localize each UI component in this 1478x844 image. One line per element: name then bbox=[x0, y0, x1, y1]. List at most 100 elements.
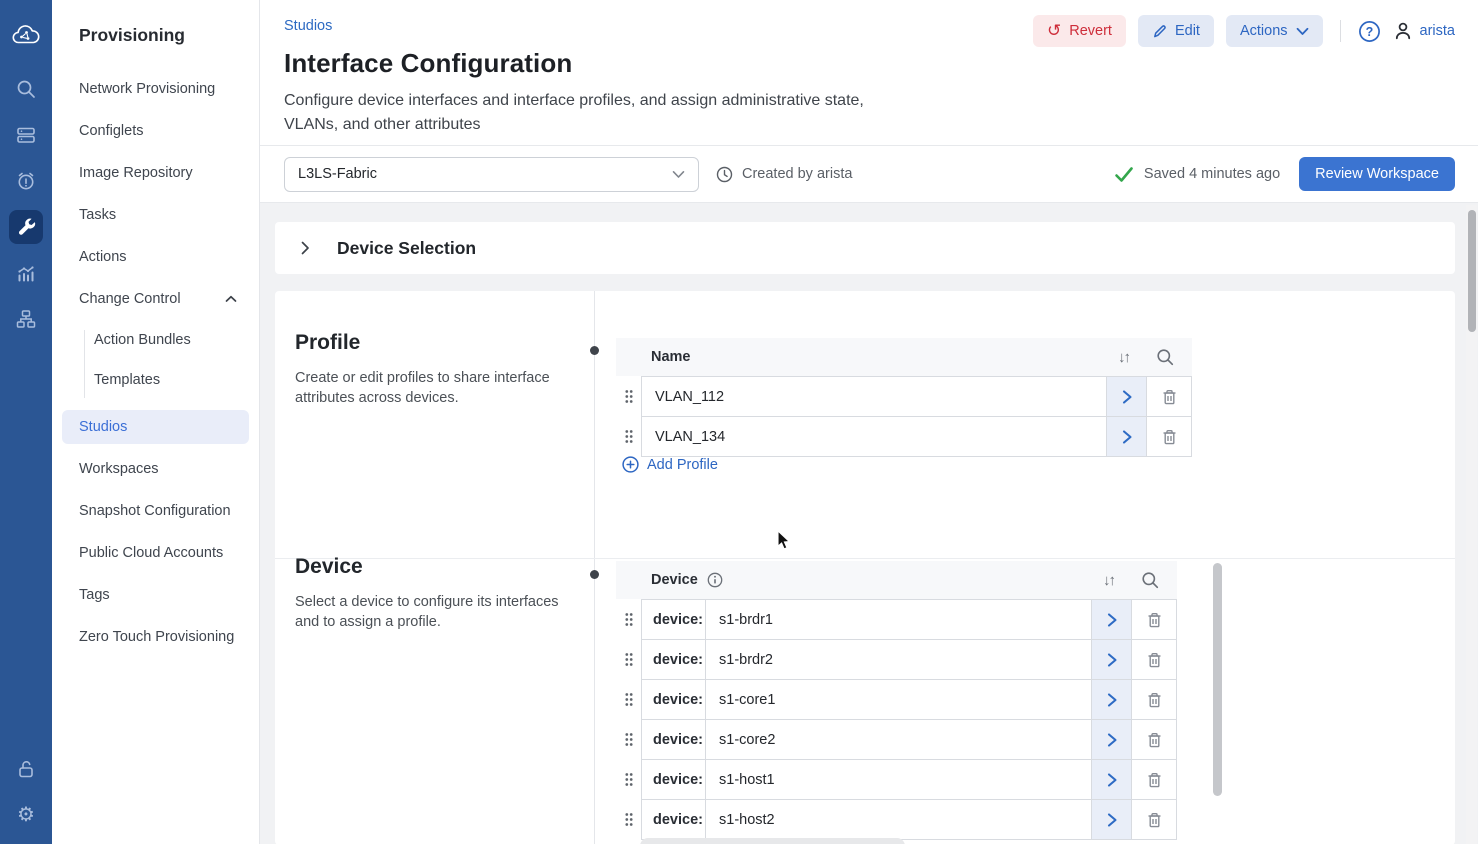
open-row-button[interactable] bbox=[1106, 377, 1146, 416]
sidebar-nav-item-label: Studios bbox=[79, 419, 127, 435]
cloudvision-logo-icon[interactable] bbox=[9, 18, 43, 52]
page-header: Studios Interface Configuration Configur… bbox=[260, 0, 1478, 145]
trash-icon bbox=[1161, 388, 1178, 406]
delete-row-button[interactable] bbox=[1131, 720, 1176, 759]
sort-icon[interactable]: ↓↑ bbox=[1118, 349, 1129, 366]
sidebar-nav-item[interactable]: Snapshot Configuration bbox=[52, 490, 259, 532]
device-table-row: device: s1-host1 bbox=[616, 759, 1177, 800]
page-scrollbar-thumb[interactable] bbox=[1468, 210, 1476, 332]
chevron-right-icon[interactable] bbox=[301, 241, 310, 255]
device-table: Device ↓↑ bbox=[616, 561, 1177, 840]
sidebar-nav-item[interactable]: Change Control bbox=[52, 278, 259, 320]
check-icon bbox=[1114, 166, 1134, 183]
device-selection-section[interactable]: Device Selection bbox=[275, 222, 1455, 274]
unlock-icon[interactable] bbox=[9, 752, 43, 786]
open-row-button[interactable] bbox=[1091, 720, 1131, 759]
chevron-right-icon bbox=[1105, 772, 1119, 788]
drag-handle-icon[interactable] bbox=[616, 376, 641, 417]
workspace-select-value: L3LS-Fabric bbox=[298, 166, 377, 182]
drag-handle-icon[interactable] bbox=[616, 599, 641, 640]
info-icon[interactable] bbox=[707, 572, 723, 588]
edit-button[interactable]: Edit bbox=[1138, 15, 1214, 47]
events-icon[interactable] bbox=[9, 164, 43, 198]
sidebar-nav-item[interactable]: Workspaces bbox=[52, 448, 259, 490]
sidebar-nav-item[interactable]: Public Cloud Accounts bbox=[52, 532, 259, 574]
drag-handle-icon[interactable] bbox=[616, 416, 641, 457]
chevron-right-icon bbox=[1105, 652, 1119, 668]
drag-handle-icon[interactable] bbox=[616, 719, 641, 760]
created-by: Created by arista bbox=[716, 166, 852, 183]
dashboards-icon[interactable] bbox=[9, 256, 43, 290]
open-row-button[interactable] bbox=[1091, 640, 1131, 679]
sidebar-nav-item[interactable]: Image Repository bbox=[52, 152, 259, 194]
search-icon[interactable] bbox=[1141, 571, 1159, 589]
sidebar-nav-item[interactable]: Network Provisioning bbox=[52, 68, 259, 110]
provisioning-wrench-icon[interactable] bbox=[9, 210, 43, 244]
delete-row-button[interactable] bbox=[1146, 417, 1191, 456]
device-tag-label: device: bbox=[642, 760, 706, 799]
open-row-button[interactable] bbox=[1106, 417, 1146, 456]
sidebar-nav-item[interactable]: Studios bbox=[62, 410, 249, 444]
user-menu[interactable]: arista bbox=[1393, 21, 1455, 41]
device-name-cell[interactable]: s1-host2 bbox=[706, 800, 1091, 839]
question-circle-icon: ? bbox=[1358, 20, 1381, 43]
topology-icon[interactable] bbox=[9, 302, 43, 336]
profile-title: Profile bbox=[295, 331, 580, 355]
device-name-cell[interactable]: s1-host1 bbox=[706, 760, 1091, 799]
delete-row-button[interactable] bbox=[1131, 680, 1176, 719]
workspace-select[interactable]: L3LS-Fabric bbox=[284, 157, 699, 192]
sidebar-nav-item-label: Public Cloud Accounts bbox=[79, 545, 223, 561]
delete-row-button[interactable] bbox=[1131, 800, 1176, 839]
sidebar-nav-item[interactable]: Tags bbox=[52, 574, 259, 616]
open-row-button[interactable] bbox=[1091, 680, 1131, 719]
device-name-cell[interactable]: s1-brdr1 bbox=[706, 600, 1091, 639]
help-button[interactable]: ? bbox=[1358, 20, 1381, 43]
sidebar-nav-item[interactable]: Actions bbox=[52, 236, 259, 278]
trash-icon bbox=[1161, 428, 1178, 446]
delete-row-button[interactable] bbox=[1146, 377, 1191, 416]
sidebar-nav-item[interactable]: Configlets bbox=[52, 110, 259, 152]
profile-table: Name ↓↑ bbox=[616, 338, 1192, 457]
breadcrumb[interactable]: Studios bbox=[284, 18, 332, 34]
page-title: Interface Configuration bbox=[284, 48, 1478, 79]
profile-table-row: VLAN_112 bbox=[616, 376, 1192, 417]
open-row-button[interactable] bbox=[1091, 800, 1131, 839]
settings-gear-icon[interactable]: ⚙ bbox=[9, 798, 43, 832]
header-actions: ↺ Revert Edit Actions bbox=[1033, 15, 1455, 47]
open-row-button[interactable] bbox=[1091, 600, 1131, 639]
device-name-cell[interactable]: s1-core2 bbox=[706, 720, 1091, 759]
devices-icon[interactable] bbox=[9, 118, 43, 152]
open-row-button[interactable] bbox=[1091, 760, 1131, 799]
add-profile-button[interactable]: Add Profile bbox=[622, 456, 718, 473]
sidebar-nav-item[interactable]: Tasks bbox=[52, 194, 259, 236]
drag-handle-icon[interactable] bbox=[616, 639, 641, 680]
delete-row-button[interactable] bbox=[1131, 640, 1176, 679]
search-icon[interactable] bbox=[9, 72, 43, 106]
profile-description: Create or edit profiles to share interfa… bbox=[295, 368, 580, 408]
drag-handle-icon[interactable] bbox=[616, 679, 641, 720]
profile-name-cell[interactable]: VLAN_134 bbox=[642, 417, 1106, 456]
delete-row-button[interactable] bbox=[1131, 760, 1176, 799]
device-table-scrollbar[interactable] bbox=[1213, 563, 1222, 796]
device-column-header: Device bbox=[651, 572, 698, 588]
sidebar-nav-item-label: Tasks bbox=[79, 207, 116, 223]
sidebar-nav-item-label: Configlets bbox=[79, 123, 143, 139]
chevron-up-icon bbox=[225, 295, 237, 303]
search-icon[interactable] bbox=[1156, 348, 1174, 366]
drag-handle-icon[interactable] bbox=[616, 759, 641, 800]
sort-icon[interactable]: ↓↑ bbox=[1103, 572, 1114, 589]
revert-button[interactable]: ↺ Revert bbox=[1033, 15, 1126, 47]
review-workspace-button[interactable]: Review Workspace bbox=[1299, 157, 1455, 191]
actions-button[interactable]: Actions bbox=[1226, 15, 1323, 47]
profile-name-cell[interactable]: VLAN_112 bbox=[642, 377, 1106, 416]
subnav-guide-line bbox=[84, 330, 85, 398]
sidebar-nav-item[interactable]: Zero Touch Provisioning bbox=[52, 616, 259, 658]
sidebar-nav-item-label: Network Provisioning bbox=[79, 81, 215, 97]
device-name-cell[interactable]: s1-core1 bbox=[706, 680, 1091, 719]
delete-row-button[interactable] bbox=[1131, 600, 1176, 639]
drag-handle-icon[interactable] bbox=[616, 799, 641, 840]
trash-icon bbox=[1146, 691, 1163, 709]
sidebar: Provisioning Network Provisioning Config… bbox=[52, 0, 260, 844]
device-table-row: device: s1-brdr2 bbox=[616, 639, 1177, 680]
device-name-cell[interactable]: s1-brdr2 bbox=[706, 640, 1091, 679]
